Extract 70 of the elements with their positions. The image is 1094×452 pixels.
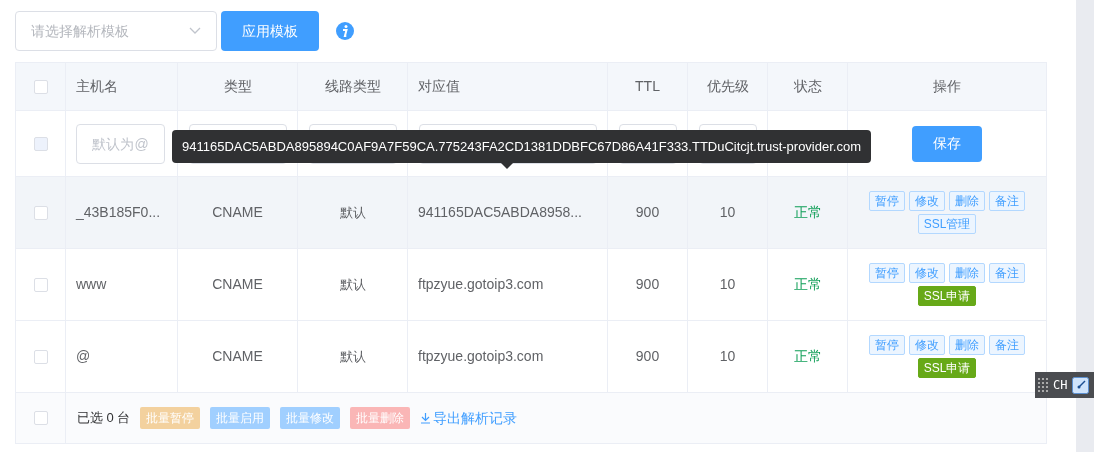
batch-button[interactable]: 批量删除 <box>350 407 411 429</box>
checkbox[interactable] <box>33 411 48 425</box>
ime-mode-label[interactable]: CH <box>1053 376 1068 394</box>
column-header: 状态 <box>793 77 822 96</box>
action-button[interactable]: 暂停 <box>869 263 905 283</box>
hostname-input[interactable]: 默认为@ <box>76 123 165 164</box>
table-cell-text: 默认 <box>339 275 366 294</box>
batch-button[interactable]: 批量启用 <box>210 407 271 429</box>
action-button[interactable]: 修改 <box>909 263 945 283</box>
selection-count: 已选 0 台 <box>77 409 131 428</box>
action-button[interactable]: 备注 <box>989 191 1025 211</box>
table-cell-text: 默认 <box>339 203 366 222</box>
column-header: 操作 <box>933 77 961 96</box>
table-cell-text: CNAME <box>212 347 263 366</box>
table-row[interactable]: _43B185F0... CNAME 默认 941165DAC5ABDA8958... 900 10 正常 暂停 修改 删除 备注 SSL管理 <box>16 177 1046 249</box>
table-cell-text: 10 <box>719 275 736 294</box>
action-button[interactable]: 删除 <box>949 335 985 355</box>
batch-button[interactable]: 批量暂停 <box>140 407 201 429</box>
batch-button[interactable]: 批量修改 <box>280 407 341 429</box>
column-header: 类型 <box>223 77 252 96</box>
table-cell-text: @ <box>76 347 91 366</box>
table-cell-text: CNAME <box>212 275 263 294</box>
ssl-button[interactable]: SSL申请 <box>917 286 977 306</box>
table-row[interactable]: www CNAME 默认 ftpzyue.gotoip3.com 900 10 正常 暂停 修改 删除 备注 SSL申请 <box>16 249 1046 321</box>
checkbox[interactable] <box>33 277 48 292</box>
table-cell-text: www <box>76 275 107 294</box>
checkbox[interactable] <box>33 205 48 220</box>
checkbox[interactable] <box>33 79 48 94</box>
save-button[interactable]: 保存 <box>912 125 982 162</box>
table-cell-text: 941165DAC5ABDA8958... <box>418 203 582 222</box>
column-header: 主机名 <box>76 77 118 96</box>
action-button[interactable]: 修改 <box>909 335 945 355</box>
table-cell-text: CNAME <box>212 203 263 222</box>
apply-template-button[interactable]: 应用模板 <box>221 11 319 51</box>
ime-settings-icon[interactable] <box>1072 376 1090 394</box>
table-cell-text: 默认 <box>339 347 366 366</box>
ssl-button[interactable]: SSL管理 <box>917 214 977 234</box>
action-button[interactable]: 修改 <box>909 191 945 211</box>
table-cell-text: 10 <box>719 203 736 222</box>
action-button[interactable]: 删除 <box>949 263 985 283</box>
export-link[interactable]: 导出解析记录 <box>420 407 518 429</box>
checkbox[interactable] <box>33 349 48 364</box>
action-button[interactable]: 暂停 <box>869 335 905 355</box>
table-cell-text: 900 <box>635 347 660 366</box>
info-icon[interactable] <box>336 22 354 40</box>
table-cell-text: _43B185F0... <box>76 203 161 222</box>
status-text: 正常 <box>793 203 822 222</box>
table-cell-text: 900 <box>635 275 660 294</box>
column-header: 优先级 <box>706 77 749 96</box>
table-cell-text: 900 <box>635 203 660 222</box>
tooltip-arrow <box>501 163 513 169</box>
status-text: 正常 <box>793 347 822 366</box>
template-select[interactable]: 请选择解析模板 <box>15 11 217 51</box>
tooltip: 941165DAC5ABDA895894C0AF9A7F59CA.775243FA2CD1381DDBFC67D86A41F333.TTDuCitcjt.trust-provider.com <box>172 130 871 163</box>
select-placeholder: 请选择解析模板 <box>31 21 129 41</box>
action-button[interactable]: 暂停 <box>869 191 905 211</box>
table-cell-text: ftpzyue.gotoip3.com <box>418 347 544 366</box>
chevron-down-icon <box>189 27 201 35</box>
status-text: 正常 <box>793 275 822 294</box>
table-cell-text: 10 <box>719 347 736 366</box>
table-cell-text: ftpzyue.gotoip3.com <box>418 275 544 294</box>
ssl-button[interactable]: SSL申请 <box>917 358 977 378</box>
column-header: TTL <box>635 77 660 96</box>
action-button[interactable]: 备注 <box>989 335 1025 355</box>
column-header: 线路类型 <box>324 77 381 96</box>
column-header: 对应值 <box>418 77 460 96</box>
download-icon <box>420 412 432 424</box>
action-button[interactable]: 删除 <box>949 191 985 211</box>
action-button[interactable]: 备注 <box>989 263 1025 283</box>
grip-icon[interactable] <box>1038 377 1048 393</box>
